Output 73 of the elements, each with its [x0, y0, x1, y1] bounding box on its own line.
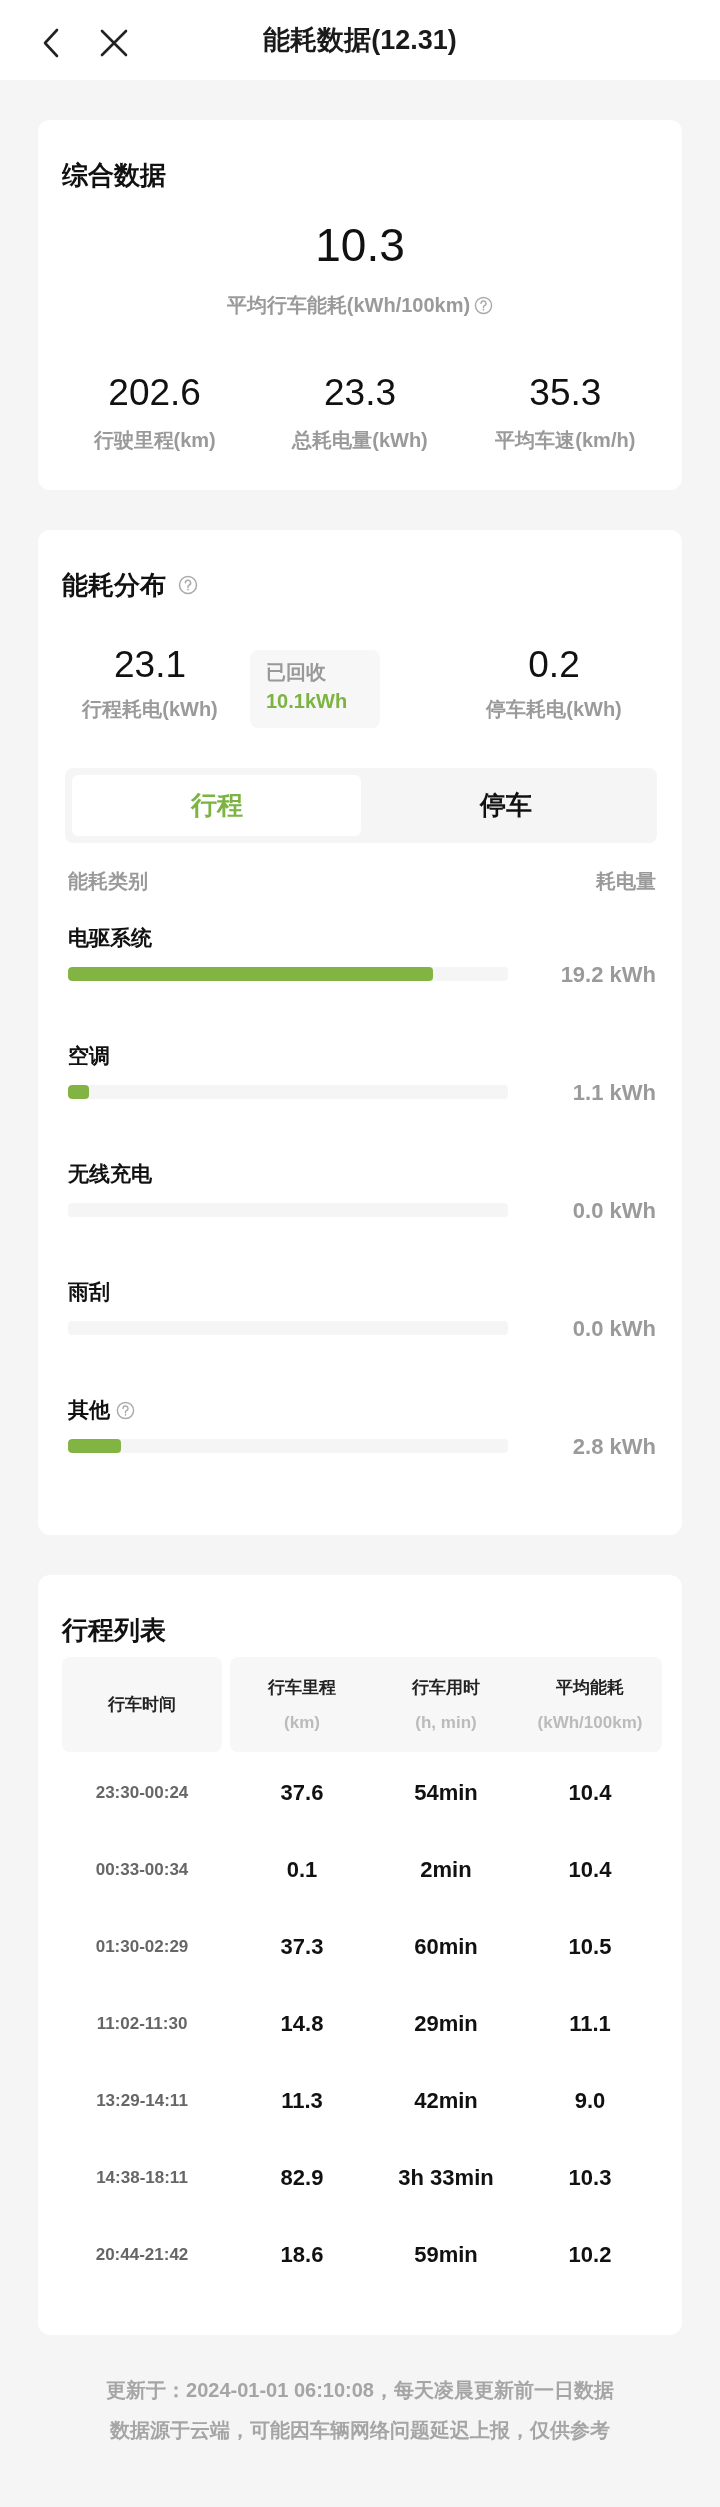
footer-note: 更新于：2024-01-01 06:10:08，每天凌晨更新前一日数据 [106, 2378, 614, 2403]
table-cell-text: 11.3 [281, 2087, 323, 2115]
time-range: 13:29-14:11 [96, 2089, 188, 2112]
recovered-label: 已回收 [266, 660, 327, 685]
table-cell-text: 11.1 [569, 2010, 611, 2038]
header-cell: 行车时间 [62, 1657, 222, 1752]
stat-value: 23.3 [324, 371, 396, 415]
time-range: 11:02-11:30 [96, 2012, 188, 2035]
back-icon[interactable] [42, 28, 60, 58]
table-cell-text: 37.3 [280, 1933, 324, 1961]
time-range: 20:44-21:42 [95, 2243, 189, 2266]
category-label: 空调 [68, 1043, 110, 1069]
table-cell-text: 3h 33min [398, 2164, 494, 2192]
time-range: 00:33-00:34 [95, 1858, 189, 1881]
table-cell-text: 9.0 [574, 2087, 606, 2115]
stat-label: 停车耗电(kWh) [486, 697, 622, 722]
column-header: 能耗类别 [68, 869, 148, 894]
category-label: 其他 [68, 1397, 110, 1423]
table-cell-text: 60min [414, 1933, 478, 1961]
energy-reading: 2.8 kWh [572, 1432, 656, 1461]
section-title: 能耗分布 [62, 569, 166, 602]
energy-reading: 1.1 kWh [572, 1078, 656, 1107]
column-unit: (kWh/100km) [537, 1711, 643, 1734]
stat-value: 0.2 [528, 643, 580, 687]
column-header: 行车里程 [268, 1676, 336, 1699]
stat-value: 202.6 [108, 371, 201, 415]
column-unit: (km) [284, 1711, 320, 1734]
stat-value: 23.1 [114, 643, 186, 687]
column-unit: (h, min) [415, 1711, 477, 1734]
energy-reading: 0.0 kWh [572, 1196, 656, 1225]
page-title: 能耗数据(12.31) [263, 24, 457, 57]
tab[interactable]: 停车 [361, 775, 650, 836]
stat-label: 行驶里程(km) [93, 428, 216, 453]
stat-value: 35.3 [529, 371, 602, 415]
column-header: 行车用时 [412, 1676, 480, 1699]
stat-label: 平均车速(km/h) [495, 428, 636, 453]
table-cell-text: 10.4 [568, 1779, 612, 1807]
stat-label: 行程耗电(kWh) [82, 697, 218, 722]
time-range: 23:30-00:24 [95, 1781, 189, 1804]
table-cell-text: 29min [414, 2010, 478, 2038]
stat-value: 10.3 [315, 219, 405, 271]
category-label: 雨刮 [68, 1279, 110, 1305]
table-cell-text: 10.4 [568, 1856, 612, 1884]
energy-reading: 19.2 kWh [560, 960, 656, 989]
section-title: 行程列表 [62, 1614, 166, 1647]
close-icon[interactable] [100, 29, 128, 57]
table-cell-text: 42min [414, 2087, 478, 2115]
section-title: 综合数据 [62, 159, 166, 192]
table-cell-text: 82.9 [280, 2164, 324, 2192]
help-icon[interactable] [474, 295, 494, 315]
table-cell-text: 59min [414, 2241, 478, 2269]
time-range: 14:38-18:11 [96, 2166, 188, 2189]
stat-label: 平均行车能耗(kWh/100km) [226, 293, 471, 318]
help-icon[interactable] [178, 575, 198, 595]
table-cell-text: 37.6 [280, 1779, 324, 1807]
table-cell-text: 10.2 [568, 2241, 612, 2269]
help-icon[interactable] [116, 1400, 135, 1420]
time-range: 01:30-02:29 [95, 1935, 189, 1958]
category-label: 无线充电 [68, 1161, 152, 1187]
footer-note: 数据源于云端，可能因车辆网络问题延迟上报，仅供参考 [110, 2418, 610, 2443]
table-cell-text: 0.1 [286, 1856, 318, 1884]
table-cell-text: 54min [414, 1779, 478, 1807]
table-cell-text: 14.8 [280, 2010, 324, 2038]
table-cell-text: 18.6 [280, 2241, 324, 2269]
category-label: 电驱系统 [68, 925, 152, 951]
recovered-value: 10.1kWh [266, 689, 349, 714]
energy-reading: 0.0 kWh [572, 1314, 656, 1343]
table-cell-text: 10.3 [568, 2164, 612, 2192]
table-cell-text: 2min [420, 1856, 472, 1884]
column-header: 耗电量 [596, 869, 656, 894]
column-header: 平均能耗 [556, 1676, 624, 1699]
table-cell-text: 10.5 [568, 1933, 612, 1961]
stat-label: 总耗电量(kWh) [292, 428, 428, 453]
